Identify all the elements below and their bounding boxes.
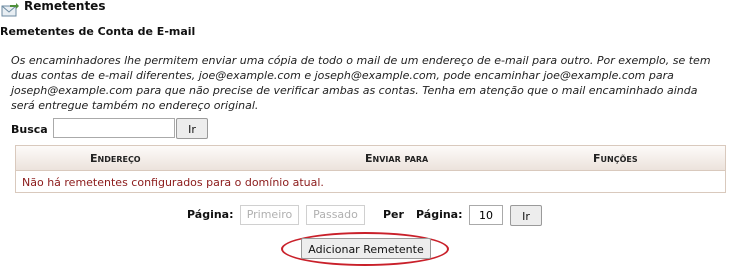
search-label: Busca xyxy=(11,123,48,136)
column-header-forward-to[interactable]: Enviar para xyxy=(365,152,428,165)
envelope-arrow-icon xyxy=(1,2,19,17)
page-title: Remetentes xyxy=(24,0,106,13)
per-page-go-button[interactable]: Ir xyxy=(510,205,542,226)
section-title: Remetentes de Conta de E-mail xyxy=(0,25,196,38)
forwarders-table: Endereço Enviar para Funções Não há reme… xyxy=(15,145,726,193)
previous-page-button: Passado xyxy=(306,205,365,225)
page-header: Remetentes xyxy=(0,0,729,17)
table-header: Endereço Enviar para Funções xyxy=(16,146,725,171)
per-label: Per xyxy=(383,208,404,221)
add-forwarder-area: Adicionar Remetente xyxy=(281,232,449,266)
first-page-button: Primeiro xyxy=(240,205,299,225)
column-header-address[interactable]: Endereço xyxy=(90,152,141,165)
add-forwarder-button[interactable]: Adicionar Remetente xyxy=(301,238,431,259)
per-page-input[interactable] xyxy=(469,205,503,225)
page-label: Página: xyxy=(187,208,234,221)
empty-table-message: Não há remetentes configurados para o do… xyxy=(22,176,324,189)
search-go-button[interactable]: Ir xyxy=(176,118,208,139)
pagination: Página: Primeiro Passado Per Página: Ir xyxy=(0,205,729,227)
search-input[interactable] xyxy=(53,118,175,138)
per-page-label: Página: xyxy=(416,208,463,221)
column-header-functions: Funções xyxy=(593,152,638,165)
description-text: Os encaminhadores lhe permitem enviar um… xyxy=(11,54,711,112)
